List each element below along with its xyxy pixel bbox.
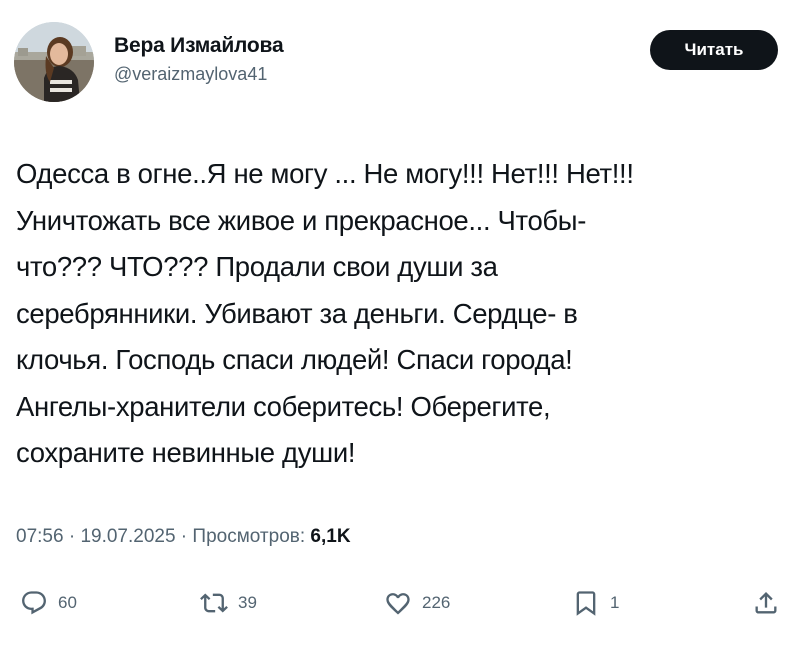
author-info[interactable]: Вера Измайлова @veraizmaylova41 bbox=[114, 33, 284, 86]
reply-button[interactable]: 60 bbox=[20, 585, 77, 621]
tweet-meta: 07:56 · 19.07.2025 · Просмотров: 6,1K bbox=[16, 524, 351, 550]
tweet-text-line: Одесса в огне..Я не могу ... Не могу!!! … bbox=[16, 158, 634, 189]
tweet-text-line: что??? ЧТО??? Продали свои души за bbox=[16, 251, 498, 282]
tweet: Вера Измайлова @veraizmaylova41 Читать О… bbox=[0, 0, 800, 648]
meta-separator: · bbox=[175, 526, 193, 547]
tweet-text-line: Ангелы-хранители соберитесь! Оберегите, bbox=[16, 390, 551, 422]
avatar[interactable] bbox=[14, 22, 94, 102]
tweet-text-line: сохраните невинные души! bbox=[16, 437, 356, 468]
author-display-name[interactable]: Вера Измайлова bbox=[114, 33, 284, 59]
share-icon bbox=[755, 592, 777, 614]
bookmark-button[interactable]: 1 bbox=[572, 585, 619, 621]
tweet-text-line: серебрянники. Убивают за деньги. Сердце-… bbox=[16, 297, 578, 329]
repost-button[interactable]: 39 bbox=[200, 585, 257, 621]
like-count: 226 bbox=[422, 593, 451, 612]
avatar-photo bbox=[14, 22, 94, 102]
repost-count: 39 bbox=[238, 593, 257, 612]
meta-separator: · bbox=[63, 526, 81, 547]
bookmark-count: 1 bbox=[610, 593, 620, 612]
author-handle[interactable]: @veraizmaylova41 bbox=[114, 62, 283, 86]
tweet-text-line: клочья. Господь спаси людей! Спаси город… bbox=[16, 344, 573, 375]
share-button[interactable] bbox=[752, 585, 780, 621]
like-button[interactable]: 226 bbox=[384, 585, 450, 621]
tweet-date[interactable]: 19.07.2025 bbox=[80, 526, 175, 547]
views-count: 6,1K bbox=[310, 526, 351, 547]
action-bar: 60 39 226 1 bbox=[0, 585, 800, 625]
follow-button[interactable]: Читать bbox=[650, 30, 778, 70]
reply-icon bbox=[22, 591, 46, 615]
repost-icon bbox=[200, 593, 228, 613]
views-label: Просмотров: bbox=[192, 526, 306, 547]
tweet-text: Одесса в огне..Я не могу ... Не могу!!! … bbox=[16, 151, 786, 477]
heart-icon bbox=[386, 593, 410, 615]
tweet-time[interactable]: 07:56 bbox=[16, 526, 64, 547]
tweet-text-line: Уничтожать все живое и прекрасное... Что… bbox=[16, 204, 587, 236]
bookmark-icon bbox=[576, 591, 596, 616]
reply-count: 60 bbox=[58, 593, 77, 612]
